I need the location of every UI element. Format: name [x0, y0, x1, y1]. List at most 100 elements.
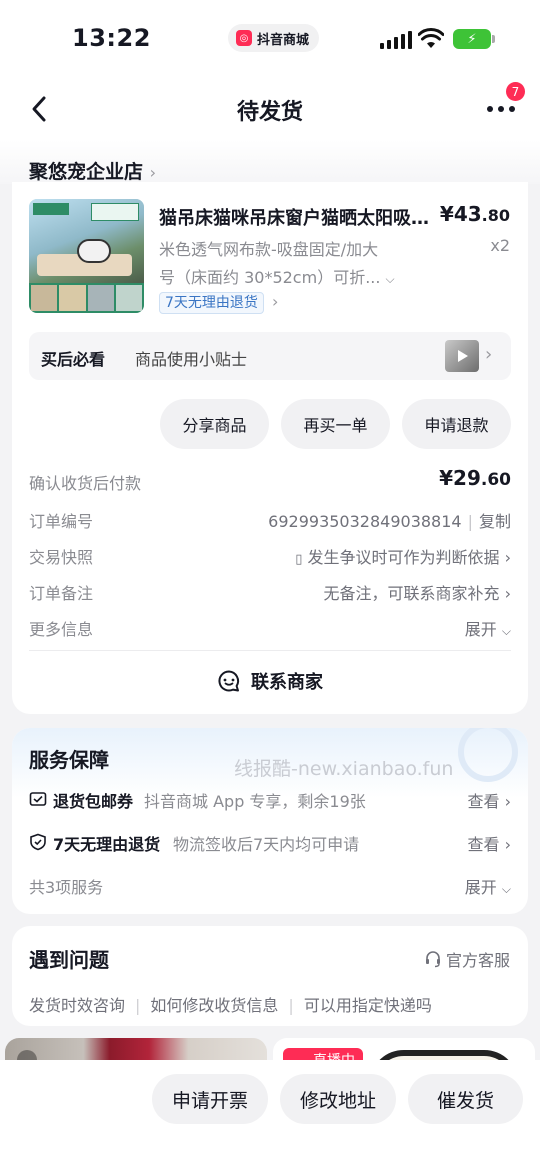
help-card: 遇到问题 官方客服 发货时效咨询 | 如何修改收货信息 | 可以用指定快递吗 — [12, 926, 528, 1026]
faq-link[interactable]: 可以用指定快递吗 — [304, 996, 432, 1015]
expand-label: 展开 — [464, 620, 497, 639]
snapshot-label: 交易快照 — [29, 548, 94, 567]
service-name: 7天无理由退货 — [53, 835, 161, 854]
nav-bar: 待发货 7 — [0, 78, 540, 140]
chat-bubble-icon — [218, 670, 240, 692]
service-guarantee-card: 服务保障 线报酷-new.xianbao.fun 退货包邮券 抖音商城 App … — [12, 728, 528, 914]
product-quantity: x2 — [490, 236, 510, 255]
order-number: 6929935032849038814 | 复制 — [268, 512, 511, 531]
service-item-7day-return[interactable]: 7天无理由退货 物流签收后7天内均可申请 查看 › — [29, 831, 511, 855]
wifi-icon — [418, 28, 444, 48]
payment-amount-int: ¥29 — [439, 466, 481, 490]
chevron-down-icon: ⌵ — [501, 882, 511, 896]
remark-row[interactable]: 订单备注 无备注，可联系商家补充 › — [29, 580, 511, 604]
buy-again-button[interactable]: 再买一单 — [281, 399, 390, 449]
headset-icon — [425, 951, 440, 968]
official-support-label: 官方客服 — [445, 951, 510, 970]
service-summary: 共3项服务 — [29, 878, 104, 897]
product-spec-line1: 米色透气网布款-吸盘固定/加大 — [159, 240, 379, 259]
more-info-label: 更多信息 — [29, 620, 94, 639]
snapshot-row[interactable]: 交易快照 ▯ 发生争议时可作为判断依据 › — [29, 544, 511, 568]
document-icon: ▯ — [295, 552, 303, 567]
order-number-value: 6929935032849038814 — [268, 512, 462, 531]
faq-link[interactable]: 如何修改收货信息 — [150, 996, 278, 1015]
payment-row: 确认收货后付款 ¥29.60 — [29, 466, 511, 494]
product-spec[interactable]: 米色透气网布款-吸盘固定/加大 号（床面约 30*52cm）可折... ⌵ — [159, 236, 429, 293]
snapshot-value-text: 发生争议时可作为判断依据 — [307, 548, 500, 567]
official-support-button[interactable]: 官方客服 — [424, 947, 510, 971]
bottom-action-bar: 申请开票 修改地址 催发货 — [0, 1060, 540, 1173]
contact-label: 联系商家 — [251, 672, 323, 693]
faq-links: 发货时效咨询 | 如何修改收货信息 | 可以用指定快递吗 — [29, 996, 432, 1015]
service-item-return-coupon[interactable]: 退货包邮券 抖音商城 App 专享，剩余19张 查看 › — [29, 788, 511, 812]
service-summary-row[interactable]: 共3项服务 展开 ⌵ — [29, 874, 511, 898]
share-product-button[interactable]: 分享商品 — [160, 399, 269, 449]
remark-label: 订单备注 — [29, 584, 94, 603]
shop-name-text: 聚悠宠企业店 — [29, 161, 144, 183]
urge-shipping-button[interactable]: 催发货 — [408, 1074, 523, 1124]
product-price: ¥43.80 — [440, 202, 510, 226]
snapshot-value: ▯ 发生争议时可作为判断依据 › — [295, 544, 511, 568]
request-invoice-button[interactable]: 申请开票 — [152, 1074, 268, 1124]
video-thumbnail-icon — [445, 340, 479, 372]
usage-tips-bar[interactable]: 买后必看 商品使用小贴士 › — [29, 332, 511, 380]
modify-address-button[interactable]: 修改地址 — [280, 1074, 396, 1124]
faq-link[interactable]: 发货时效咨询 — [29, 996, 125, 1015]
status-bar: 13:22 ◎ 抖音商城 ⚡ — [0, 0, 540, 78]
remark-value: 无备注，可联系商家补充 › — [323, 580, 511, 604]
status-time: 13:22 — [72, 24, 151, 52]
watermark: 线报酷-new.xianbao.fun — [234, 758, 454, 780]
help-title: 遇到问题 — [29, 948, 109, 972]
copy-button[interactable]: 复制 — [479, 512, 511, 531]
view-link[interactable]: 查看 › — [467, 831, 511, 855]
more-info-row[interactable]: 更多信息 展开 ⌵ — [29, 616, 511, 640]
product-spec-line2: 号（床面约 30*52cm）可折... — [159, 268, 381, 287]
service-name: 退货包邮券 — [53, 792, 134, 811]
cellular-signal-icon — [380, 31, 412, 49]
payment-amount: ¥29.60 — [439, 466, 511, 490]
order-card: 猫吊床猫咪吊床窗户猫晒太阳吸盘挂窝 ¥43.80 米色透气网布款-吸盘固定/加大… — [12, 182, 528, 714]
expand-toggle[interactable]: 展开 ⌵ — [465, 874, 511, 898]
payment-amount-dec: .60 — [480, 470, 511, 490]
service-desc: 物流签收后7天内均可申请 — [173, 835, 360, 854]
product-price-dec: .80 — [481, 206, 510, 225]
page-title: 待发货 — [236, 100, 303, 125]
payment-label: 确认收货后付款 — [29, 474, 142, 493]
order-number-label: 订单编号 — [29, 512, 94, 531]
battery-charging-icon: ⚡ — [453, 29, 495, 49]
product-thumbnail[interactable] — [29, 199, 144, 313]
notification-badge: 7 — [506, 82, 525, 101]
tips-text: 商品使用小贴士 — [135, 350, 248, 369]
chevron-right-icon: › — [272, 292, 279, 311]
shield-check-icon — [30, 833, 46, 851]
request-refund-button[interactable]: 申请退款 — [402, 399, 511, 449]
view-link-label: 查看 — [467, 792, 500, 811]
remark-value-text: 无备注，可联系商家补充 — [323, 584, 500, 603]
chevron-right-icon: › — [485, 344, 493, 365]
tips-heading: 买后必看 — [41, 350, 106, 369]
service-desc: 抖音商城 App 专享，剩余19张 — [144, 792, 366, 811]
douyin-mall-logo-icon: ◎ — [236, 30, 252, 46]
contact-merchant-button[interactable]: 联系商家 — [12, 668, 528, 694]
shop-header[interactable]: 聚悠宠企业店 › — [0, 140, 540, 184]
chevron-right-icon: › — [504, 792, 511, 811]
app-name: 抖音商城 — [257, 32, 310, 48]
chevron-down-icon: ⌵ — [385, 272, 395, 286]
product-title[interactable]: 猫吊床猫咪吊床窗户猫晒太阳吸盘挂窝 — [159, 204, 429, 230]
return-policy-tag[interactable]: 7天无理由退货 — [159, 292, 264, 314]
view-link[interactable]: 查看 › — [467, 788, 511, 812]
chevron-right-icon: › — [504, 835, 511, 854]
chevron-right-icon: › — [504, 548, 511, 567]
shop-name[interactable]: 聚悠宠企业店 › — [29, 157, 156, 184]
coupon-icon — [29, 792, 47, 806]
view-link-label: 查看 — [467, 835, 500, 854]
chevron-right-icon: › — [504, 584, 511, 603]
service-title: 服务保障 — [29, 748, 109, 772]
divider — [29, 650, 511, 651]
expand-toggle[interactable]: 展开 ⌵ — [465, 616, 511, 640]
product-price-int: ¥43 — [439, 202, 482, 226]
app-indicator[interactable]: ◎ 抖音商城 — [228, 24, 320, 52]
expand-label: 展开 — [464, 878, 497, 897]
chevron-right-icon: › — [149, 163, 157, 182]
chevron-down-icon: ⌵ — [501, 624, 511, 638]
